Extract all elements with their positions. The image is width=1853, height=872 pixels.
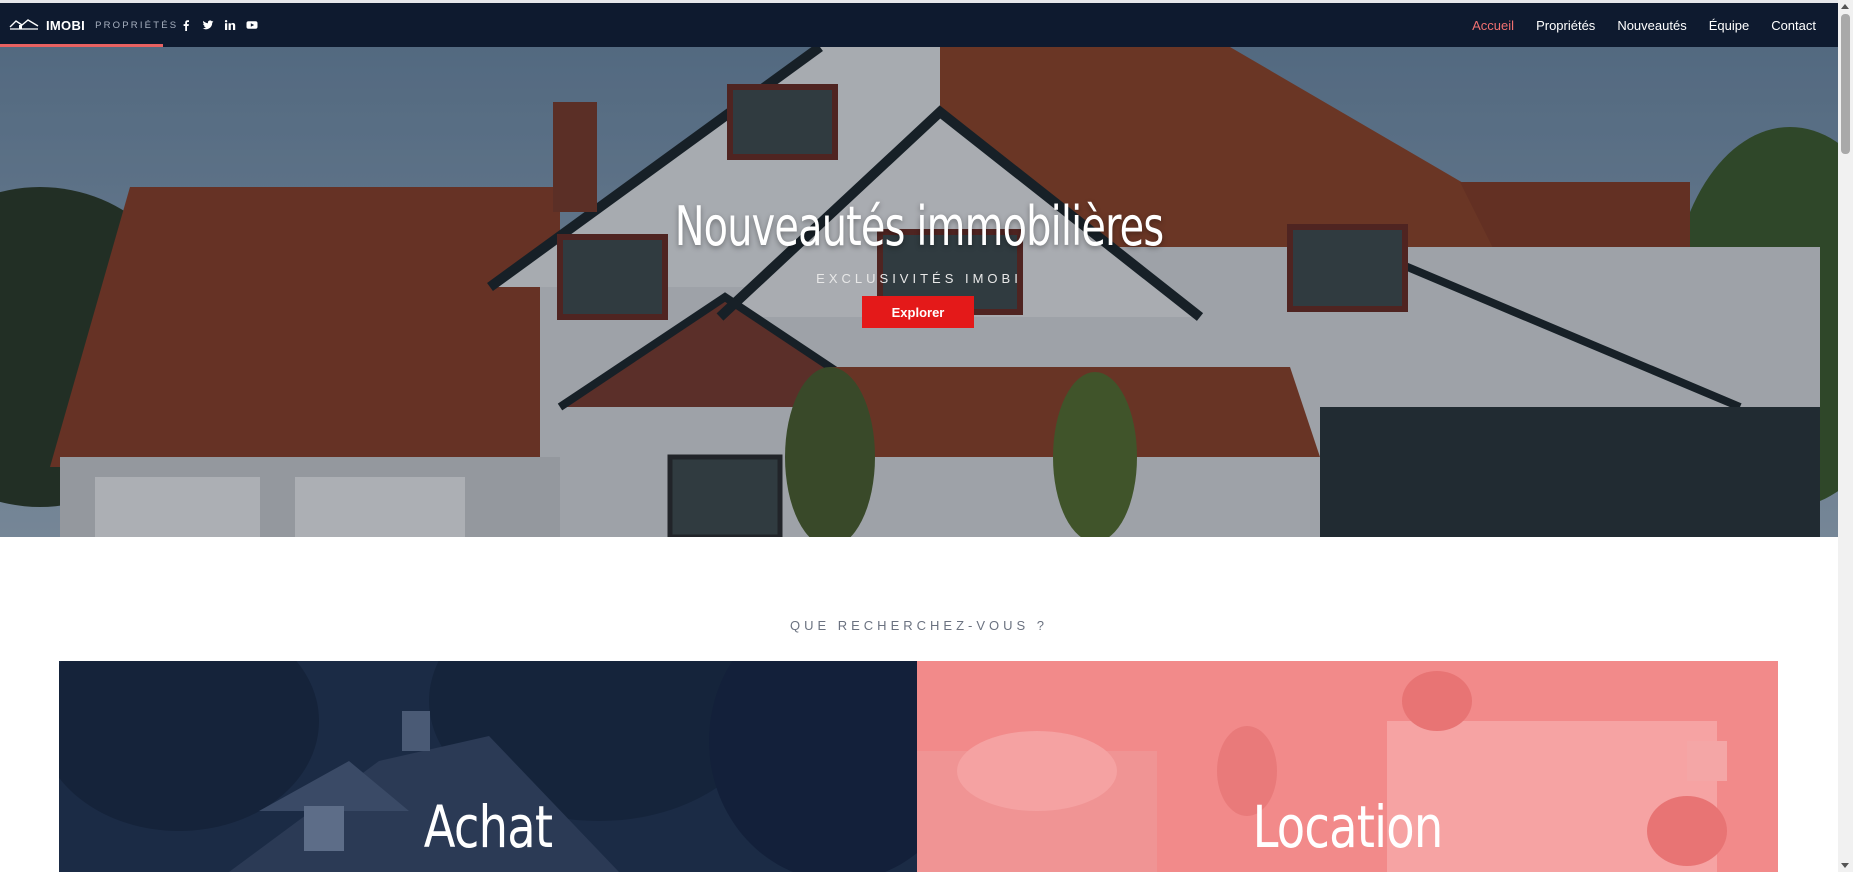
nav-link-proprietes[interactable]: Propriétés bbox=[1536, 18, 1595, 33]
scroll-thumb[interactable] bbox=[1841, 14, 1850, 154]
hero-banner: Nouveautés immobilières EXCLUSIVITÉS IMO… bbox=[0, 47, 1838, 537]
hero-title: Nouveautés immobilières bbox=[674, 195, 1164, 258]
house-logo-icon bbox=[9, 19, 39, 30]
brand-name: IMOBI bbox=[46, 17, 86, 33]
scroll-down-arrow-icon[interactable] bbox=[1841, 863, 1849, 868]
navbar: IMOBI PROPRIÉTÉS Accueil Propriétés Nouv… bbox=[0, 3, 1838, 47]
nav-link-equipe[interactable]: Équipe bbox=[1709, 18, 1749, 33]
nav-link-contact[interactable]: Contact bbox=[1771, 18, 1816, 33]
category-cards: Achat Location bbox=[59, 661, 1778, 872]
card-location[interactable]: Location bbox=[917, 661, 1778, 872]
card-achat[interactable]: Achat bbox=[59, 661, 917, 872]
brand-tagline: PROPRIÉTÉS bbox=[95, 19, 179, 31]
nav-link-nouveautes[interactable]: Nouveautés bbox=[1617, 18, 1686, 33]
explore-button[interactable]: Explorer bbox=[862, 296, 974, 328]
youtube-icon[interactable] bbox=[246, 19, 258, 31]
card-achat-title: Achat bbox=[423, 793, 553, 861]
page-scrollbar[interactable] bbox=[1838, 0, 1853, 872]
scroll-up-arrow-icon[interactable] bbox=[1841, 4, 1849, 9]
brand[interactable]: IMOBI PROPRIÉTÉS bbox=[8, 3, 178, 47]
main-nav: Accueil Propriétés Nouveautés Équipe Con… bbox=[1450, 3, 1816, 47]
twitter-icon[interactable] bbox=[202, 19, 214, 31]
facebook-icon[interactable] bbox=[180, 19, 192, 31]
section-heading: QUE RECHERCHEZ-VOUS ? bbox=[789, 618, 1049, 633]
nav-link-accueil[interactable]: Accueil bbox=[1472, 18, 1514, 33]
linkedin-icon[interactable] bbox=[224, 19, 236, 31]
hero-overlay bbox=[0, 47, 1838, 537]
hero-subtitle: EXCLUSIVITÉS IMOBI bbox=[816, 271, 1022, 286]
social-links bbox=[180, 3, 258, 47]
card-location-title: Location bbox=[1252, 793, 1444, 861]
